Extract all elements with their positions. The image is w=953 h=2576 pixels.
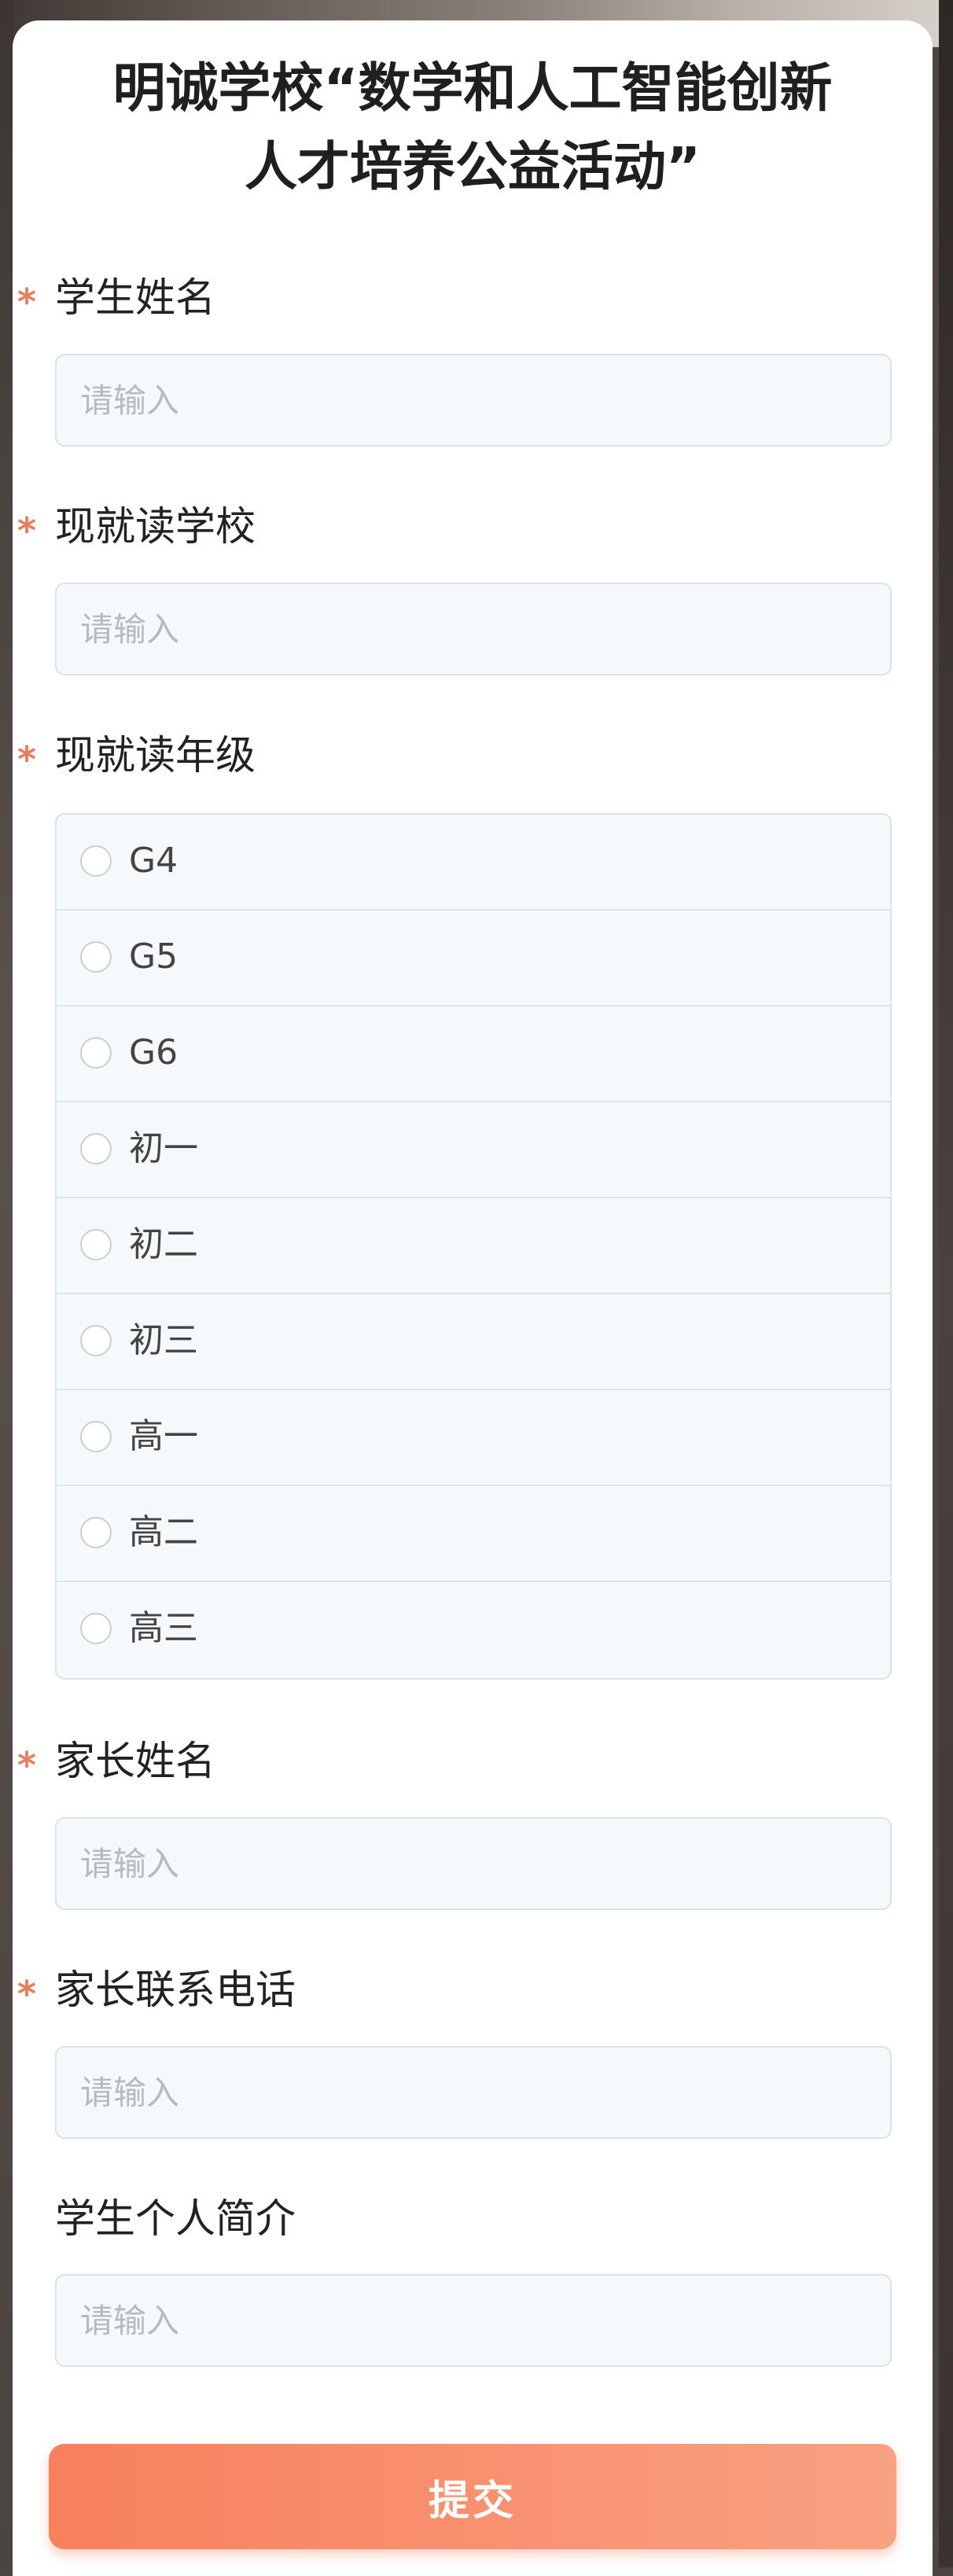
student-bio-label: 学生个人简介 — [55, 2196, 296, 2243]
grade-option-junior-2[interactable]: 初二 — [57, 1198, 890, 1294]
parent-phone-label: 家长联系电话 — [55, 1967, 296, 2014]
radio-circle-icon[interactable] — [80, 845, 112, 877]
form-card: 明诚学校“数学和人工智能创新 人才培养公益活动” * 学生姓名 * 现就读学校 … — [13, 20, 933, 2576]
required-marker: * — [17, 510, 37, 552]
student-name-input[interactable] — [55, 354, 892, 447]
grade-option-label: 高二 — [129, 1512, 198, 1552]
grade-option-junior-1[interactable]: 初一 — [57, 1102, 890, 1198]
grade-option-g5[interactable]: G5 — [57, 911, 890, 1006]
grade-radio-group: G4 G5 G6 初一 初二 初三 高一 高二 高三 — [55, 813, 892, 1680]
form-title-line-2: 人才培养公益活动” — [244, 136, 701, 197]
grade-option-label: G5 — [129, 937, 178, 977]
grade-option-label: 初二 — [129, 1224, 198, 1264]
radio-circle-icon[interactable] — [80, 1517, 112, 1548]
grade-option-label: 高一 — [129, 1416, 198, 1456]
parent-name-input[interactable] — [55, 1817, 892, 1910]
grade-option-g6[interactable]: G6 — [57, 1006, 890, 1102]
radio-circle-icon[interactable] — [80, 941, 112, 973]
radio-circle-icon[interactable] — [80, 1421, 112, 1452]
grade-option-label: 初一 — [129, 1128, 198, 1168]
grade-option-senior-2[interactable]: 高二 — [57, 1486, 890, 1582]
form-title-line-1: 明诚学校“数学和人工智能创新 — [112, 57, 833, 119]
required-marker: * — [17, 281, 37, 323]
current-grade-label: 现就读年级 — [55, 733, 256, 779]
required-marker: * — [17, 1744, 37, 1787]
radio-circle-icon[interactable] — [80, 1133, 112, 1165]
grade-option-label: G6 — [129, 1032, 178, 1073]
form-title: 明诚学校“数学和人工智能创新 人才培养公益活动” — [13, 49, 933, 206]
student-bio-input[interactable] — [55, 2274, 892, 2367]
student-name-label: 学生姓名 — [55, 275, 216, 322]
grade-option-senior-1[interactable]: 高一 — [57, 1390, 890, 1486]
parent-phone-input[interactable] — [55, 2046, 892, 2139]
required-marker: * — [17, 1973, 37, 2015]
grade-option-junior-3[interactable]: 初三 — [57, 1294, 890, 1390]
radio-circle-icon[interactable] — [80, 1613, 112, 1644]
grade-option-label: 高三 — [129, 1608, 198, 1648]
current-school-label: 现就读学校 — [55, 504, 256, 550]
radio-circle-icon[interactable] — [80, 1325, 112, 1356]
radio-circle-icon[interactable] — [80, 1037, 112, 1069]
current-school-input[interactable] — [55, 583, 892, 675]
grade-option-g4[interactable]: G4 — [57, 815, 890, 911]
required-marker: * — [17, 738, 37, 781]
grade-option-label: G4 — [129, 841, 178, 881]
background-right-edge — [939, 0, 953, 2567]
parent-name-label: 家长姓名 — [55, 1739, 216, 1785]
submit-button[interactable]: 提交 — [49, 2444, 896, 2549]
grade-option-label: 初三 — [129, 1320, 198, 1360]
grade-option-senior-3[interactable]: 高三 — [57, 1582, 890, 1678]
radio-circle-icon[interactable] — [80, 1229, 112, 1260]
